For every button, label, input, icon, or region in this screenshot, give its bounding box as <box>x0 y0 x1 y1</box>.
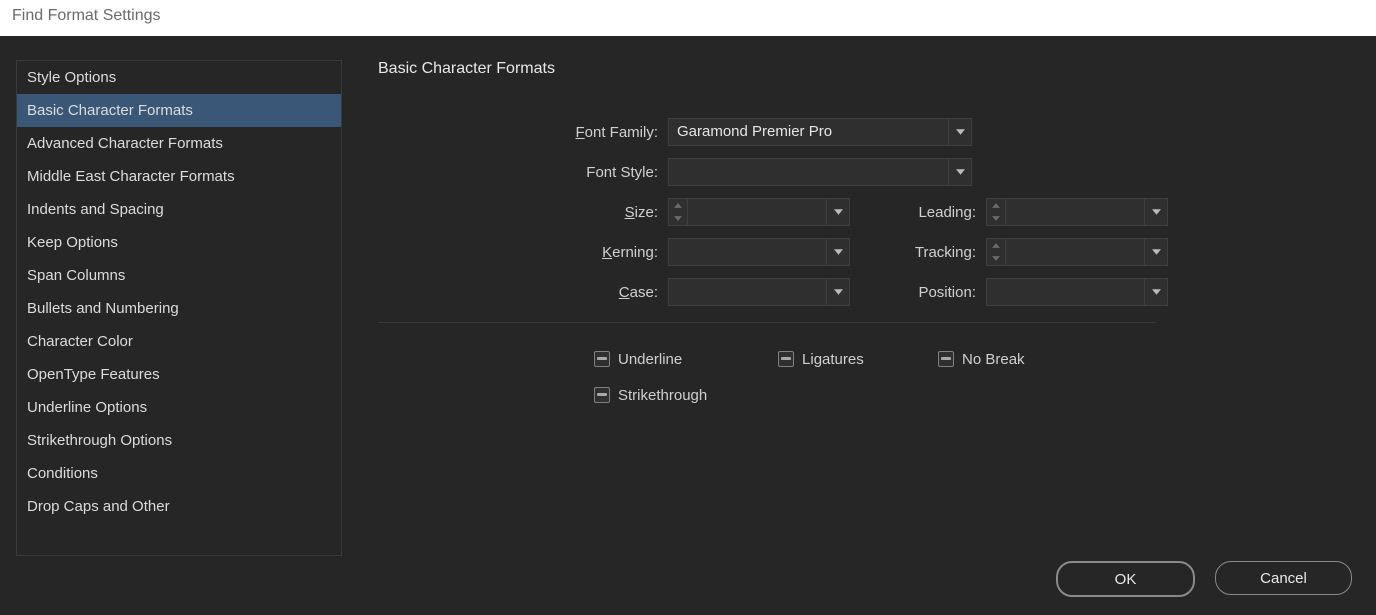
size-value <box>688 199 826 225</box>
size-label: Size: <box>378 204 668 221</box>
sidebar-item-conditions[interactable]: Conditions <box>17 457 341 490</box>
sidebar-item-strikethrough-options[interactable]: Strikethrough Options <box>17 424 341 457</box>
cancel-button[interactable]: Cancel <box>1215 561 1352 595</box>
separator <box>378 322 1156 323</box>
no-break-checkbox-label: No Break <box>962 351 1025 368</box>
font-style-label: Font Style: <box>378 164 668 181</box>
chevron-up-icon[interactable] <box>987 239 1005 252</box>
chevron-down-icon[interactable] <box>826 239 849 265</box>
position-value <box>987 279 1144 305</box>
sidebar-item-bullets-and-numbering[interactable]: Bullets and Numbering <box>17 292 341 325</box>
chevron-down-icon[interactable] <box>987 252 1005 265</box>
dialog-buttons: OK Cancel <box>1056 561 1352 597</box>
strikethrough-checkbox[interactable]: Strikethrough <box>594 387 778 404</box>
font-style-value <box>669 159 948 185</box>
sidebar-item-span-columns[interactable]: Span Columns <box>17 259 341 292</box>
ligatures-checkbox-label: Ligatures <box>802 351 864 368</box>
panel-title: Basic Character Formats <box>378 60 1356 78</box>
font-family-combo[interactable]: Garamond Premier Pro <box>668 118 972 146</box>
chevron-down-icon[interactable] <box>669 212 687 225</box>
settings-panel: Basic Character Formats Font Family: Gar… <box>378 60 1356 545</box>
case-value <box>669 279 826 305</box>
case-combo[interactable] <box>668 278 850 306</box>
sidebar-item-character-color[interactable]: Character Color <box>17 325 341 358</box>
ok-button[interactable]: OK <box>1056 561 1195 597</box>
sidebar-item-indents-and-spacing[interactable]: Indents and Spacing <box>17 193 341 226</box>
checkbox-icon <box>938 351 954 367</box>
font-style-combo[interactable] <box>668 158 972 186</box>
kerning-label: Kerning: <box>378 244 668 261</box>
sidebar-item-middle-east-character-formats[interactable]: Middle East Character Formats <box>17 160 341 193</box>
kerning-value <box>669 239 826 265</box>
sidebar-item-underline-options[interactable]: Underline Options <box>17 391 341 424</box>
font-family-label: Font Family: <box>378 124 668 141</box>
chevron-down-icon[interactable] <box>1144 279 1167 305</box>
strikethrough-checkbox-label: Strikethrough <box>618 387 707 404</box>
no-break-checkbox[interactable]: No Break <box>938 351 1122 368</box>
underline-checkbox-label: Underline <box>618 351 682 368</box>
leading-spinner[interactable] <box>987 199 1006 225</box>
position-combo[interactable] <box>986 278 1168 306</box>
chevron-down-icon[interactable] <box>948 119 971 145</box>
ligatures-checkbox[interactable]: Ligatures <box>778 351 938 368</box>
leading-combo[interactable] <box>986 198 1168 226</box>
checkbox-icon <box>594 351 610 367</box>
chevron-down-icon[interactable] <box>1144 199 1167 225</box>
checkbox-icon <box>594 387 610 403</box>
sidebar-item-drop-caps-and-other[interactable]: Drop Caps and Other <box>17 490 341 523</box>
kerning-combo[interactable] <box>668 238 850 266</box>
tracking-value <box>1006 239 1144 265</box>
chevron-down-icon[interactable] <box>826 279 849 305</box>
underline-checkbox[interactable]: Underline <box>594 351 778 368</box>
sidebar-item-opentype-features[interactable]: OpenType Features <box>17 358 341 391</box>
tracking-combo[interactable] <box>986 238 1168 266</box>
chevron-down-icon[interactable] <box>948 159 971 185</box>
tracking-label: Tracking: <box>886 244 986 261</box>
chevron-up-icon[interactable] <box>987 199 1005 212</box>
leading-value <box>1006 199 1144 225</box>
sidebar-item-basic-character-formats[interactable]: Basic Character Formats <box>17 94 341 127</box>
chevron-down-icon[interactable] <box>826 199 849 225</box>
sidebar-item-style-options[interactable]: Style Options <box>17 61 341 94</box>
position-label: Position: <box>886 284 986 301</box>
sidebar-item-advanced-character-formats[interactable]: Advanced Character Formats <box>17 127 341 160</box>
size-combo[interactable] <box>668 198 850 226</box>
chevron-down-icon[interactable] <box>987 212 1005 225</box>
category-sidebar: Style Options Basic Character Formats Ad… <box>16 60 342 556</box>
dialog-body: Style Options Basic Character Formats Ad… <box>0 36 1376 615</box>
size-spinner[interactable] <box>669 199 688 225</box>
window-title: Find Format Settings <box>0 0 1376 37</box>
case-label: Case: <box>378 284 668 301</box>
chevron-down-icon[interactable] <box>1144 239 1167 265</box>
checkbox-icon <box>778 351 794 367</box>
font-family-value: Garamond Premier Pro <box>669 119 948 145</box>
leading-label: Leading: <box>886 204 986 221</box>
chevron-up-icon[interactable] <box>669 199 687 212</box>
tracking-spinner[interactable] <box>987 239 1006 265</box>
sidebar-item-keep-options[interactable]: Keep Options <box>17 226 341 259</box>
